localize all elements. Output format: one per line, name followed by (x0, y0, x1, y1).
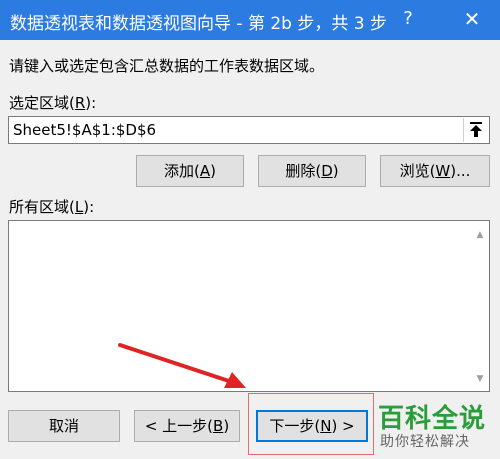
scroll-down-icon[interactable]: ▼ (474, 373, 486, 385)
delete-button[interactable]: 删除(D) (258, 155, 366, 187)
delete-button-post: ) (332, 162, 339, 180)
watermark-subtitle: 助你轻松解决 (380, 434, 470, 450)
close-icon[interactable]: ✕ (460, 7, 484, 31)
add-button-key: A (199, 162, 211, 180)
range-label-pre: 选定区域( (9, 94, 75, 112)
cancel-button[interactable]: 取消 (8, 410, 120, 442)
range-input-box (8, 116, 490, 144)
back-button[interactable]: < 上一步(B) (134, 410, 240, 442)
next-button[interactable]: 下一步(N) > (256, 410, 368, 442)
browse-button-post: )... (450, 162, 471, 180)
next-button-pre: 下一步( (269, 417, 321, 435)
delete-button-key: D (321, 162, 333, 180)
all-ranges-label: 所有区域(L): (9, 196, 94, 217)
back-button-key: B (213, 417, 224, 435)
add-button-post: ) (210, 162, 216, 180)
back-button-post: ) (223, 417, 230, 435)
back-button-pre: < 上一步( (144, 417, 214, 435)
browse-button-key: W (435, 162, 451, 180)
next-button-post: ) > (331, 417, 355, 435)
title-bar: 数据透视表和数据透视图向导 - 第 2b 步，共 3 步 ? ✕ (0, 0, 500, 40)
range-label-post: ): (85, 94, 97, 112)
watermark: 百科全说 助你轻松解决 (374, 394, 494, 456)
browse-button-pre: 浏览( (399, 162, 436, 180)
scroll-up-icon[interactable]: ▲ (474, 229, 486, 241)
range-input[interactable] (11, 118, 467, 142)
all-ranges-label-pre: 所有区域( (9, 198, 75, 216)
add-button[interactable]: 添加(A) (136, 155, 244, 187)
help-icon[interactable]: ? (398, 7, 418, 31)
range-label-key: R (74, 94, 86, 112)
collapse-arrow-icon (470, 122, 482, 137)
add-button-pre: 添加( (164, 162, 200, 180)
range-label: 选定区域(R): (9, 92, 96, 113)
list-scrollbar[interactable]: ▲ ▼ (471, 221, 489, 391)
instruction-text: 请键入或选定包含汇总数据的工作表数据区域。 (9, 57, 325, 75)
window-title: 数据透视表和数据透视图向导 - 第 2b 步，共 3 步 (10, 14, 387, 34)
next-button-key: N (320, 417, 332, 435)
all-ranges-list[interactable]: ▲ ▼ (8, 220, 490, 392)
browse-button[interactable]: 浏览(W)... (380, 155, 490, 187)
all-ranges-label-key: L (74, 198, 84, 216)
all-ranges-label-post: ): (83, 198, 95, 216)
watermark-logo: 百科全说 (378, 404, 487, 434)
collapse-dialog-button[interactable] (463, 118, 488, 142)
delete-button-pre: 删除( (285, 162, 322, 180)
